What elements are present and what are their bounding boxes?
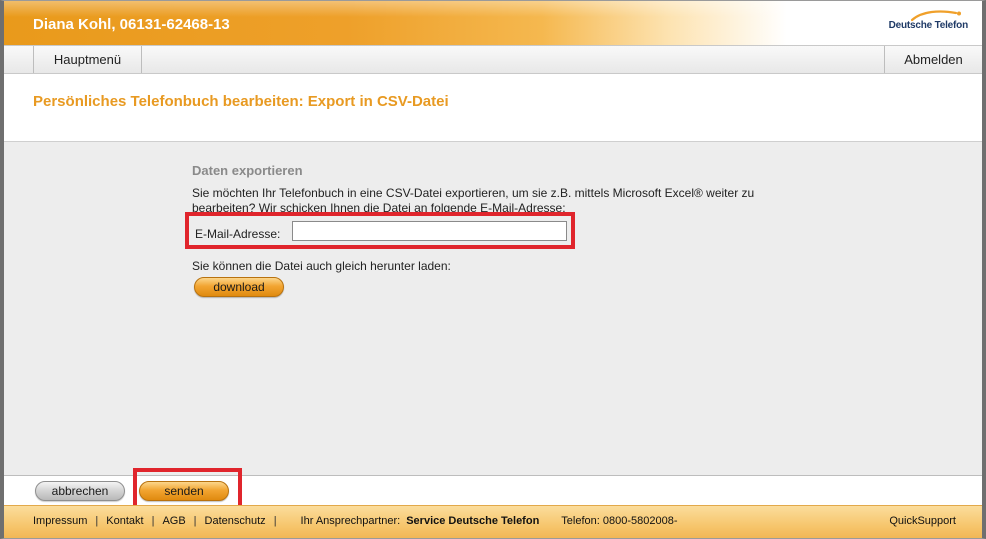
send-button[interactable]: senden (139, 481, 229, 501)
footer-link-datenschutz[interactable]: Datenschutz (205, 515, 266, 527)
contact-name: Service Deutsche Telefon (406, 515, 540, 527)
phone-number: Telefon: 0800-5802008- (561, 515, 678, 527)
email-label: E-Mail-Adresse: (195, 227, 281, 241)
email-highlight-box: E-Mail-Adresse: (185, 212, 575, 249)
page-title: Persönliches Telefonbuch bearbeiten: Exp… (33, 93, 449, 110)
footer-separator: | (193, 515, 197, 527)
email-input[interactable] (292, 221, 567, 241)
brand-name: Deutsche Telefon (888, 20, 969, 31)
contact-label: Ihr Ansprechpartner: (300, 515, 401, 527)
page-title-area: Persönliches Telefonbuch bearbeiten: Exp… (4, 74, 982, 142)
footer-separator: | (151, 515, 155, 527)
section-heading: Daten exportieren (192, 163, 303, 178)
download-button[interactable]: download (194, 277, 284, 297)
footer-link-kontakt[interactable]: Kontakt (106, 515, 143, 527)
footer-separator: | (273, 515, 277, 527)
footer-separator: | (95, 515, 99, 527)
cancel-button[interactable]: abbrechen (35, 481, 125, 501)
header-shine (4, 1, 982, 17)
main-menu-link[interactable]: Hauptmenü (33, 46, 142, 73)
nav-bar: Hauptmenü Abmelden (4, 45, 982, 74)
footer-bar: Impressum | Kontakt | AGB | Datenschutz | Ihr An… (4, 505, 982, 538)
download-text: Sie können die Datei auch gleich herunte… (192, 259, 451, 273)
footer-link-agb[interactable]: AGB (162, 515, 185, 527)
footer-links: Impressum | Kontakt | AGB | Datenschutz | Ihr An… (33, 515, 678, 527)
quicksupport-link[interactable]: QuickSupport (889, 515, 956, 527)
main-content: Daten exportieren Sie möchten Ihr Telefo… (4, 142, 982, 475)
logout-link[interactable]: Abmelden (884, 46, 982, 73)
brand-logo: Deutsche Telefon (878, 9, 968, 39)
action-bar: abbrechen senden (4, 468, 982, 509)
header-bar: Diana Kohl, 06131-62468-13 Deutsche Tele… (4, 1, 982, 45)
app-window: Diana Kohl, 06131-62468-13 Deutsche Tele… (0, 0, 986, 539)
footer-link-impressum[interactable]: Impressum (33, 515, 87, 527)
user-title: Diana Kohl, 06131-62468-13 (33, 16, 230, 33)
